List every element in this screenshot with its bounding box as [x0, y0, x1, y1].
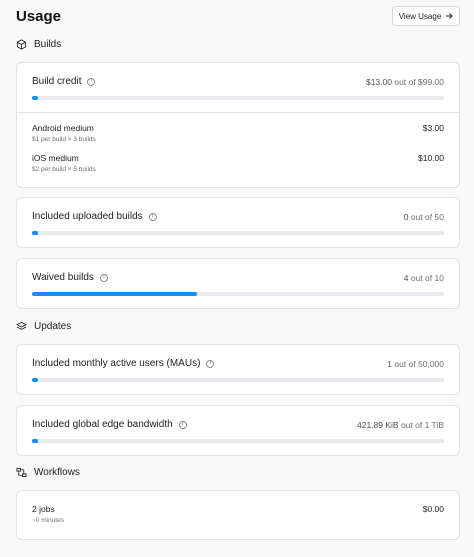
- info-icon[interactable]: i: [148, 212, 157, 221]
- uploaded-builds-usage: 0 out of 50: [403, 211, 444, 222]
- maus-label: Included monthly active users (MAUs): [32, 358, 201, 369]
- page-title: Usage: [16, 8, 62, 25]
- uploaded-builds-progress-fill: [32, 231, 38, 235]
- uploaded-builds-label: Included uploaded builds: [32, 211, 143, 222]
- info-icon[interactable]: i: [87, 77, 96, 86]
- build-credit-progress-fill: [32, 96, 38, 100]
- section-workflows: Workflows: [16, 464, 80, 480]
- bandwidth-progress-fill: [32, 439, 38, 443]
- waived-builds-progress: [32, 292, 444, 296]
- build-credit-card: Build credit i $13.00 out of $99.00 Andr…: [16, 62, 460, 188]
- view-usage-button[interactable]: View Usage: [392, 6, 460, 26]
- build-credit-label: Build credit: [32, 76, 82, 87]
- section-builds: Builds: [16, 36, 61, 52]
- info-icon[interactable]: i: [99, 273, 108, 282]
- list-item: iOS medium $2 per build × 5 builds $10.0…: [32, 153, 444, 173]
- info-icon[interactable]: i: [206, 359, 215, 368]
- item-sub: $2 per build × 5 builds: [32, 166, 96, 173]
- list-item: Android medium $1 per build × 3 builds $…: [32, 123, 444, 143]
- build-credit-progress: [32, 96, 444, 100]
- item-sub: $1 per build × 3 builds: [32, 136, 96, 143]
- view-usage-label: View Usage: [398, 11, 442, 21]
- arrow-right-icon: [446, 13, 453, 19]
- item-name: iOS medium: [32, 153, 79, 163]
- layers-icon: [16, 321, 27, 330]
- waived-builds-usage: 4 out of 10: [403, 272, 444, 283]
- maus-usage: 1 out of 50,000: [387, 358, 444, 369]
- item-price: $10.00: [418, 153, 444, 163]
- info-icon[interactable]: i: [178, 420, 187, 429]
- workflows-card: 2 jobs ~0 minutes $0.00: [16, 490, 460, 540]
- bandwidth-progress: [32, 439, 444, 443]
- uploaded-builds-card: Included uploaded builds i 0 out of 50: [16, 197, 460, 248]
- waived-builds-label: Waived builds: [32, 272, 94, 283]
- bandwidth-card: Included global edge bandwidth i 421.89 …: [16, 405, 460, 456]
- bandwidth-label: Included global edge bandwidth: [32, 419, 173, 430]
- workflow-icon: [16, 467, 27, 477]
- item-price: $3.00: [422, 123, 444, 133]
- bandwidth-usage: 421.89 KiB out of 1 TiB: [357, 419, 444, 430]
- maus-progress-fill: [32, 378, 38, 382]
- maus-progress: [32, 378, 444, 382]
- cube-icon: [16, 39, 27, 49]
- section-updates-label: Updates: [34, 320, 72, 332]
- workflow-jobs: 2 jobs: [32, 504, 55, 514]
- section-builds-label: Builds: [34, 38, 62, 50]
- divider: [17, 112, 459, 113]
- workflow-duration: ~0 minutes: [32, 517, 64, 524]
- build-credit-usage: $13.00 out of $99.00: [365, 76, 444, 87]
- maus-card: Included monthly active users (MAUs) i 1…: [16, 344, 460, 395]
- waived-builds-card: Waived builds i 4 out of 10: [16, 258, 460, 309]
- item-name: Android medium: [32, 123, 94, 133]
- uploaded-builds-progress: [32, 231, 444, 235]
- workflow-price: $0.00: [422, 504, 444, 514]
- section-updates: Updates: [16, 318, 71, 334]
- waived-builds-progress-fill: [32, 292, 197, 296]
- section-workflows-label: Workflows: [34, 466, 80, 478]
